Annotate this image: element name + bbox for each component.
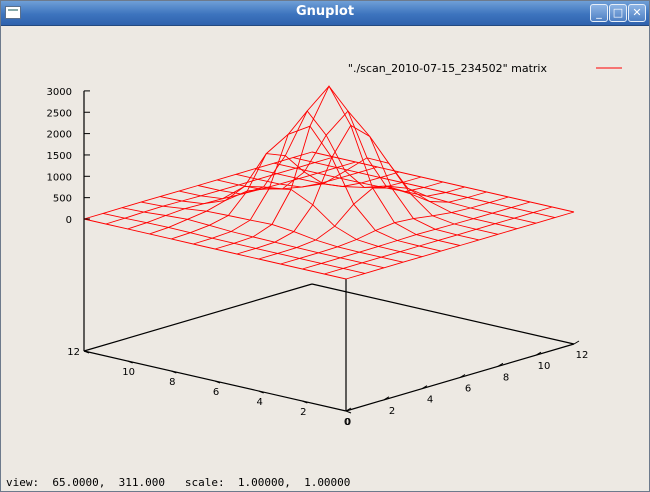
- z-tick-label-3000: 3000: [47, 87, 72, 98]
- x-tick-label-8: 8: [503, 372, 509, 383]
- view-label: view:: [6, 476, 40, 489]
- x-tick-label-10: 10: [538, 361, 551, 372]
- axes: [83, 90, 575, 412]
- mesh-line-y-5: [236, 124, 465, 255]
- plot-canvas[interactable]: "./scan_2010-07-15_234502" matrix 300025…: [2, 26, 650, 492]
- y-tick-label-10: 10: [122, 367, 135, 378]
- y-tick-label-12: 12: [67, 347, 80, 358]
- gnuplot-window: Gnuplot _ □ ✕ "./scan_2010-07-15_234502"…: [0, 0, 650, 492]
- z-tick-label-1500: 1500: [47, 151, 72, 162]
- x-tick-label-6: 6: [465, 384, 471, 395]
- z-tick-label-0: 0: [66, 215, 72, 226]
- mesh-line-y-6: [214, 85, 444, 250]
- maximize-button[interactable]: □: [609, 4, 627, 22]
- mesh-line-x-0: [83, 218, 347, 280]
- tick-labels: 3000250020001500100050000246810120246810…: [47, 87, 589, 428]
- y-tick-label-0: 0: [344, 417, 350, 428]
- back-axis-line-x: [83, 283, 313, 352]
- back-axis-line-y: [311, 283, 575, 345]
- close-button[interactable]: ✕: [628, 4, 646, 22]
- y-tick-label-8: 8: [169, 377, 175, 388]
- minimize-button[interactable]: _: [590, 4, 608, 22]
- mesh-line-y-2: [302, 201, 531, 270]
- mesh-line-x-3: [140, 201, 404, 263]
- z-tick-label-500: 500: [53, 194, 72, 205]
- x-tick-label-12: 12: [576, 350, 589, 361]
- x-tick-label-4: 4: [427, 395, 433, 406]
- surface-mesh: [83, 85, 575, 280]
- y-tick-mark-0: [345, 410, 352, 414]
- z-tick-label-2500: 2500: [47, 108, 72, 119]
- y-tick-label-4: 4: [256, 397, 262, 408]
- mesh-line-x-12: [311, 151, 575, 213]
- view-values: 65.0000, 311.000: [52, 476, 165, 489]
- legend: "./scan_2010-07-15_234502" matrix: [348, 62, 622, 75]
- mesh-line-y-10: [127, 161, 356, 230]
- y-tick-label-6: 6: [213, 387, 219, 398]
- window-title: Gnuplot: [295, 4, 355, 19]
- mesh-line-x-9: [254, 168, 518, 230]
- x-tick-mark-12: [573, 340, 580, 345]
- z-tick-label-1000: 1000: [47, 172, 72, 183]
- status-bar: view: 65.0000, 311.000 scale: 1.00000, 1…: [6, 476, 350, 489]
- scale-label: scale:: [184, 476, 225, 489]
- mesh-line-x-5: [178, 125, 442, 252]
- mesh-line-x-10: [273, 162, 537, 224]
- z-tick-label-2000: 2000: [47, 130, 72, 141]
- x-tick-label-2: 2: [389, 406, 395, 417]
- legend-label: "./scan_2010-07-15_234502" matrix: [348, 62, 548, 75]
- title-bar[interactable]: Gnuplot _ □ ✕: [1, 1, 649, 26]
- scale-values: 1.00000, 1.00000: [237, 476, 351, 489]
- y-tick-label-2: 2: [300, 407, 306, 418]
- mesh-line-x-11: [292, 157, 556, 219]
